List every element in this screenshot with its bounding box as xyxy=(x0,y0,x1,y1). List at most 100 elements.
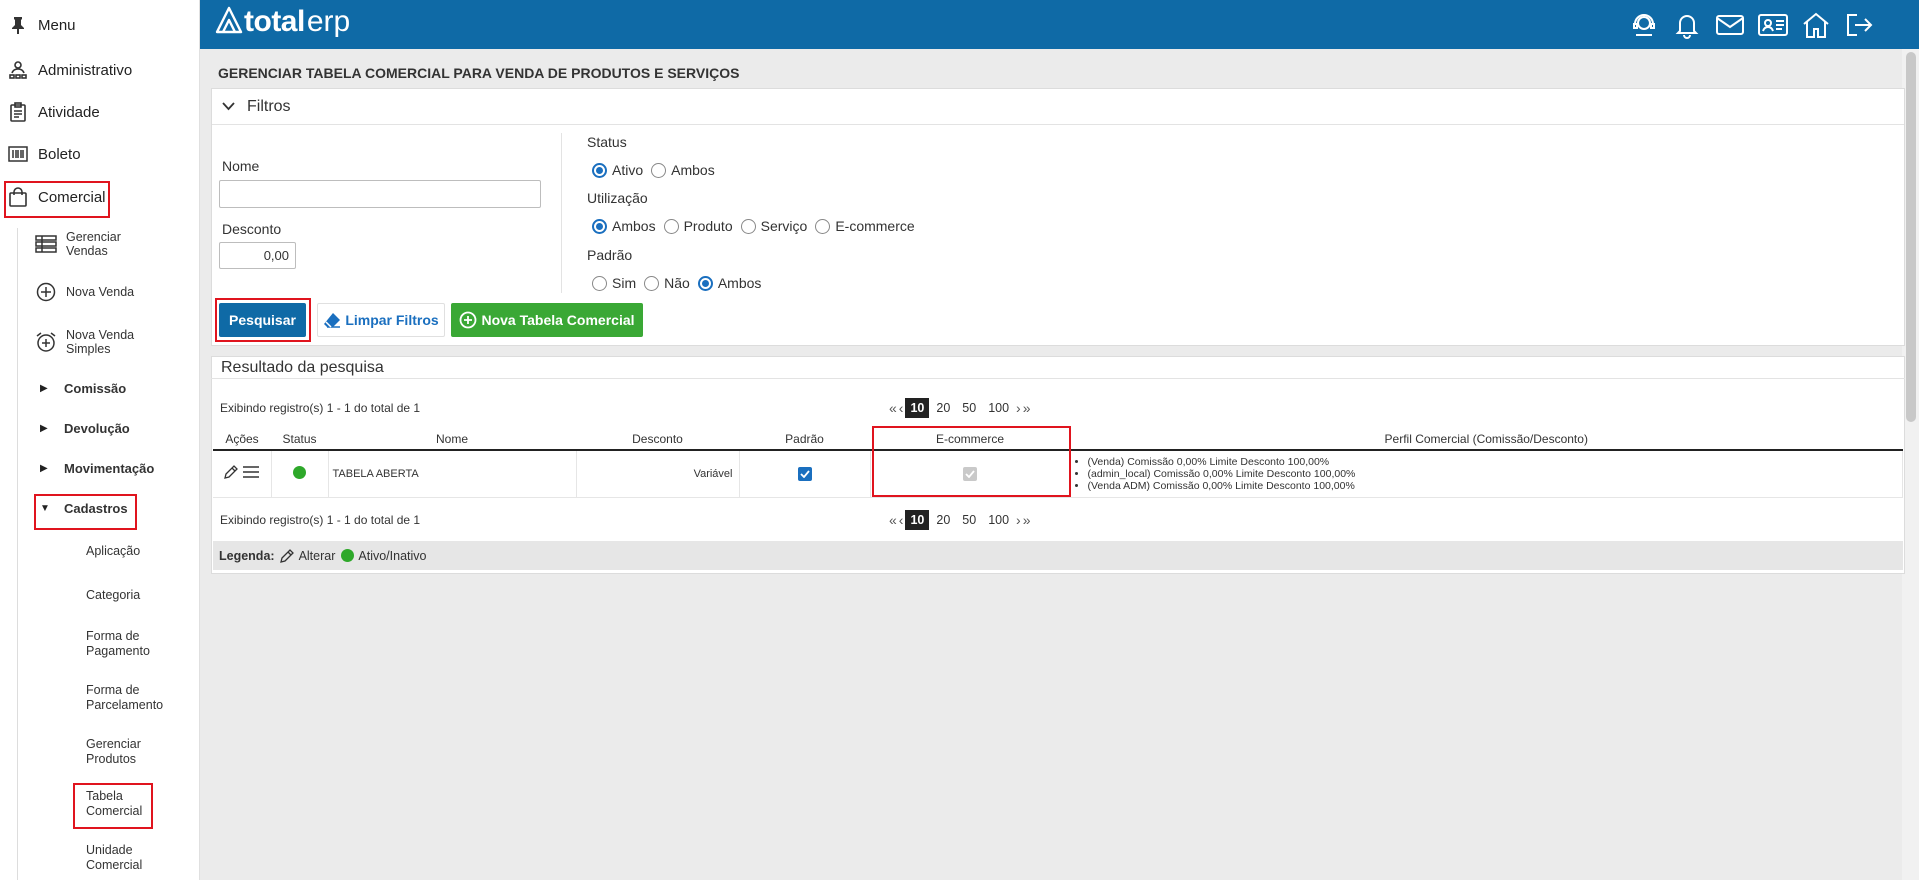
clear-filters-button[interactable]: Limpar Filtros xyxy=(317,303,445,337)
label-line-1: Forma de xyxy=(86,683,140,697)
radio-checked[interactable] xyxy=(592,162,607,178)
plus-circle-icon xyxy=(34,280,58,304)
caret-right-icon: ▶ xyxy=(40,423,48,434)
support-icon[interactable] xyxy=(1627,9,1660,41)
utilizacao-option-ecommerce[interactable]: E-commerce xyxy=(815,218,915,234)
new-table-button[interactable]: Nova Tabela Comercial xyxy=(451,303,643,337)
sidebar-item-gerenciar-vendas[interactable]: Gerenciar Vendas xyxy=(34,230,121,258)
prev-page-icon[interactable]: ‹ xyxy=(899,400,904,416)
sidebar-item-atividade[interactable]: Atividade xyxy=(8,99,100,125)
sidebar-group-label: Movimentação xyxy=(64,461,155,476)
page-size-50[interactable]: 50 xyxy=(957,398,981,418)
page-size-20[interactable]: 20 xyxy=(931,510,955,530)
sidebar-group-label: Comissão xyxy=(64,381,127,396)
col-desconto[interactable]: Desconto xyxy=(576,428,739,451)
nome-input[interactable] xyxy=(219,180,541,208)
radio-unchecked[interactable] xyxy=(644,275,660,291)
label-line-2: Simples xyxy=(66,342,111,356)
sidebar-item-label: Administrativo xyxy=(38,61,133,79)
utilizacao-option-produto[interactable]: Produto xyxy=(663,218,733,234)
option-label: Não xyxy=(664,275,690,291)
prev-page-icon[interactable]: ‹ xyxy=(899,512,904,528)
status-option-ativo[interactable]: Ativo xyxy=(592,162,643,178)
sidebar-item-nova-venda[interactable]: Nova Venda xyxy=(34,280,134,304)
row-nome: TABELA ABERTA xyxy=(328,450,577,498)
col-nome[interactable]: Nome xyxy=(328,428,576,451)
col-ecommerce[interactable]: E-commerce xyxy=(870,428,1070,451)
last-page-icon[interactable]: » xyxy=(1023,400,1031,416)
next-page-icon[interactable]: › xyxy=(1016,512,1021,528)
sidebar-item-administrativo[interactable]: Administrativo xyxy=(8,57,132,83)
mail-icon[interactable] xyxy=(1713,9,1746,41)
row-actions xyxy=(213,450,272,498)
radio-unchecked[interactable] xyxy=(815,218,831,234)
filters-header[interactable]: Filtros xyxy=(212,89,1904,125)
radio-unchecked[interactable] xyxy=(592,275,607,291)
radio-unchecked[interactable] xyxy=(740,218,756,234)
option-label: Produto xyxy=(683,218,733,234)
search-button[interactable]: Pesquisar xyxy=(219,303,306,337)
utilizacao-option-servico[interactable]: Serviço xyxy=(740,218,807,234)
last-page-icon[interactable]: » xyxy=(1023,512,1031,528)
sidebar-item-boleto[interactable]: Boleto xyxy=(8,141,81,167)
sidebar-group-movimentacao[interactable]: ▶ Movimentação xyxy=(40,461,154,476)
results-table: Ações Status Nome Desconto Padrão E-comm… xyxy=(213,428,1903,498)
radio-checked[interactable] xyxy=(592,218,607,234)
padrao-option-ambos[interactable]: Ambos xyxy=(697,275,761,291)
sidebar-item-aplicacao[interactable]: Aplicação xyxy=(86,544,140,559)
bell-icon[interactable] xyxy=(1670,9,1703,41)
new-table-label: Nova Tabela Comercial xyxy=(481,312,635,328)
page-size-100[interactable]: 100 xyxy=(983,510,1014,530)
page-size-20[interactable]: 20 xyxy=(931,398,955,418)
label-line-1: Categoria xyxy=(86,588,141,602)
brand-name-bold: total xyxy=(244,5,305,38)
first-page-icon[interactable]: « xyxy=(889,400,897,416)
col-acoes: Ações xyxy=(213,428,271,451)
pencil-icon[interactable] xyxy=(223,464,239,483)
sidebar-item-unidade-comercial[interactable]: Unidade Comercial xyxy=(86,843,142,873)
page-scrollbar-thumb[interactable] xyxy=(1906,52,1916,422)
radio-checked[interactable] xyxy=(697,275,713,291)
col-padrao[interactable]: Padrão xyxy=(739,428,870,451)
status-dot-icon xyxy=(341,549,355,562)
next-page-icon[interactable]: › xyxy=(1016,400,1021,416)
desconto-input[interactable] xyxy=(219,242,296,269)
logout-icon[interactable] xyxy=(1842,9,1875,41)
first-page-icon[interactable]: « xyxy=(889,512,897,528)
row-perfil: (Venda) Comissão 0,00% Limite Desconto 1… xyxy=(1070,450,1903,498)
sidebar-item-tabela-comercial[interactable]: Tabela Comercial xyxy=(86,789,142,819)
sidebar-group-devolucao[interactable]: ▶ Devolução xyxy=(40,421,130,436)
menu-icon[interactable] xyxy=(242,465,260,482)
label-line-1: Gerenciar xyxy=(86,737,141,751)
status-option-ambos[interactable]: Ambos xyxy=(651,162,715,178)
sidebar-item-gerenciar-produtos[interactable]: Gerenciar Produtos xyxy=(86,737,141,767)
radio-unchecked[interactable] xyxy=(663,218,679,234)
pagination-bottom: « ‹ 10 20 50 100 › » xyxy=(888,510,1032,530)
id-card-icon[interactable] xyxy=(1756,9,1789,41)
sidebar-item-nova-venda-simples[interactable]: Nova Venda Simples xyxy=(34,328,134,356)
page-size-10[interactable]: 10 xyxy=(905,398,930,418)
radio-unchecked[interactable] xyxy=(651,162,667,178)
sidebar-item-forma-pagamento[interactable]: Forma de Pagamento xyxy=(86,629,150,659)
sidebar-item-comercial[interactable]: Comercial xyxy=(8,184,106,210)
sidebar-item-menu[interactable]: Menu xyxy=(8,12,76,38)
padrao-option-nao[interactable]: Não xyxy=(644,275,690,291)
sidebar-item-categoria[interactable]: Categoria xyxy=(86,588,140,603)
utilizacao-option-ambos[interactable]: Ambos xyxy=(592,218,656,234)
row-status xyxy=(271,450,329,498)
caret-down-icon: ▼ xyxy=(40,503,50,514)
ecommerce-checkbox[interactable] xyxy=(963,466,977,481)
padrao-option-sim[interactable]: Sim xyxy=(592,275,636,291)
brand-logo[interactable]: total erp xyxy=(214,5,350,39)
status-active-icon[interactable] xyxy=(293,465,306,479)
page-size-50[interactable]: 50 xyxy=(957,510,981,530)
sidebar-item-forma-parcelamento[interactable]: Forma de Parcelamento xyxy=(86,683,163,713)
page-size-100[interactable]: 100 xyxy=(983,398,1014,418)
padrao-checkbox[interactable] xyxy=(797,466,812,481)
sidebar-group-comissao[interactable]: ▶ Comissão xyxy=(40,381,126,396)
label-line-1: Forma de xyxy=(86,629,140,643)
sidebar-group-cadastros[interactable]: ▼ Cadastros xyxy=(40,501,128,516)
home-icon[interactable] xyxy=(1799,9,1832,41)
page-size-10[interactable]: 10 xyxy=(905,510,930,530)
legend-status: Ativo/Inativo xyxy=(358,548,427,563)
